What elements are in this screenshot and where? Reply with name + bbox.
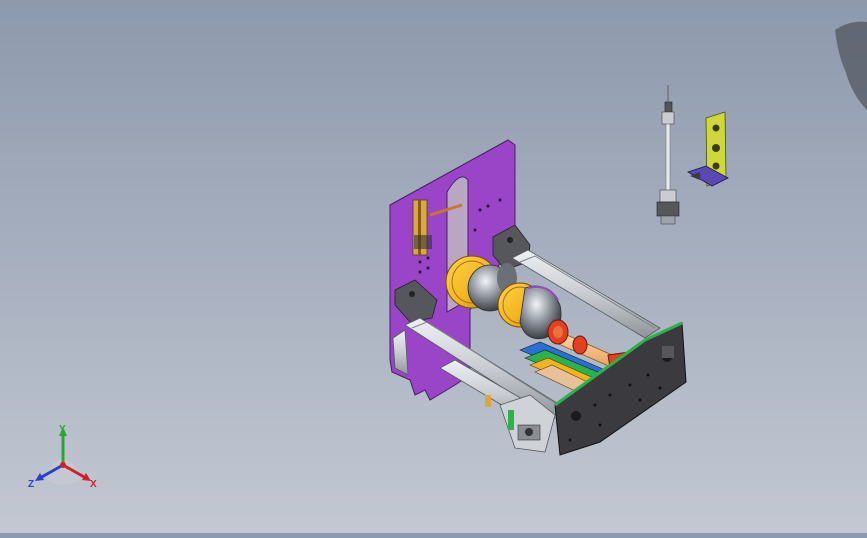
machine-assembly[interactable] [389,139,687,456]
3d-viewport[interactable]: Y X Z [0,0,867,533]
triad-x-label: X [90,479,97,490]
vertical-leadscrew-assembly [656,85,680,225]
model-canvas[interactable]: Y X Z [0,0,867,533]
triad-z-label: Z [28,479,34,490]
triad-y-label: Y [59,424,66,435]
mounting-bracket [687,111,729,187]
rail-lower-left [392,329,409,376]
foreground-shadow [835,21,867,110]
reference-triad: Y X Z [28,424,97,490]
